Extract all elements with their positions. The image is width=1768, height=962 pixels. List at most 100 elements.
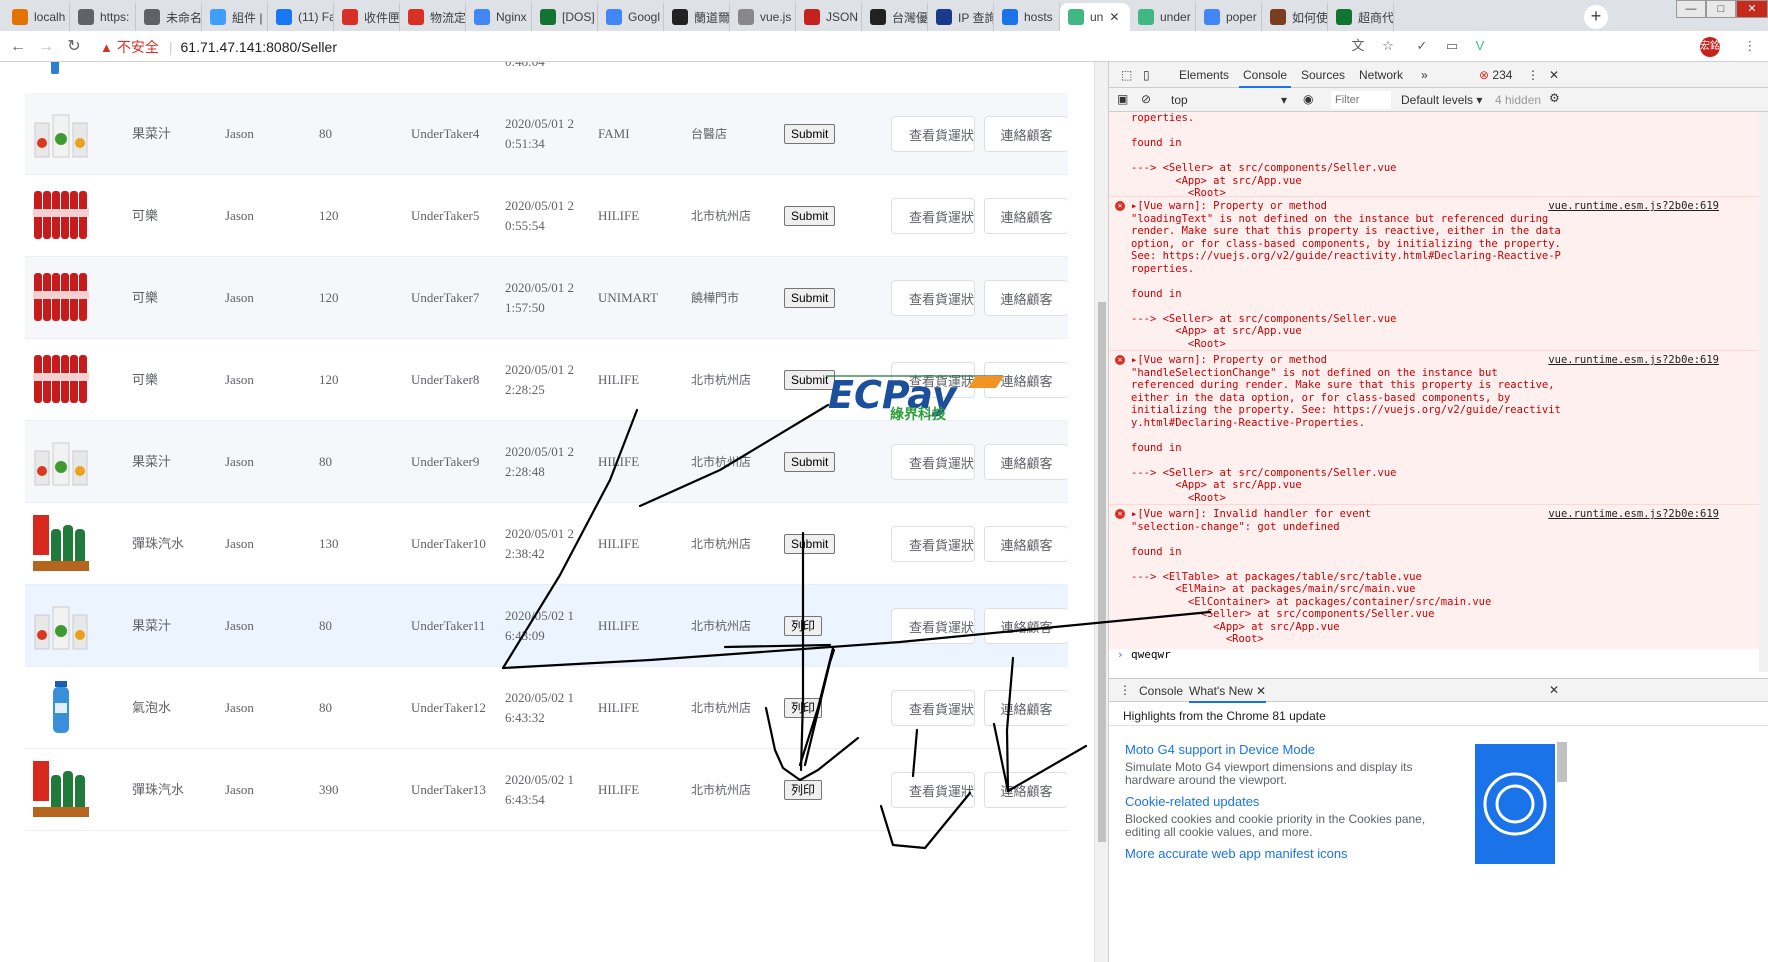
browser-tab-label: poper (1226, 10, 1257, 24)
close-tab-icon[interactable]: ✕ (1109, 10, 1119, 24)
shipment-status-button[interactable]: 查看貨運狀況 (891, 444, 975, 480)
browser-tab[interactable]: 蘭道爾 (664, 3, 730, 31)
browser-tab[interactable]: Nginx (466, 3, 532, 31)
close-window-button[interactable]: ✕ (1736, 0, 1768, 18)
context-select[interactable]: top ▾ (1171, 93, 1287, 107)
console-settings-icon[interactable]: ⚙ (1549, 91, 1560, 105)
browser-tab[interactable]: 未命名 (136, 3, 202, 31)
browser-tab[interactable]: poper (1196, 3, 1262, 31)
buyer-name: UnderTaker11 (411, 618, 486, 633)
shipment-status-button[interactable]: 查看貨運狀況 (891, 690, 975, 726)
new-tab-button[interactable]: + (1584, 5, 1608, 29)
browser-tab[interactable]: (11) Fa (268, 3, 334, 31)
contact-customer-button[interactable]: 連絡顧客 (984, 198, 1068, 234)
device-toggle-icon[interactable]: ▯ (1139, 62, 1154, 88)
maximize-button[interactable]: □ (1706, 0, 1736, 18)
submit-button[interactable]: Submit (784, 534, 836, 554)
whats-new-scrollbar[interactable] (1557, 742, 1567, 782)
clear-console-icon[interactable]: ⊘ (1141, 92, 1151, 106)
drawer-menu-icon[interactable]: ⋮ (1119, 683, 1131, 697)
browser-tab[interactable]: 組件 | (202, 3, 268, 31)
browser-tab[interactable]: under (1130, 3, 1196, 31)
contact-customer-button[interactable]: 連絡顧客 (984, 444, 1068, 480)
console-input[interactable]: qweqwr (1131, 648, 1171, 661)
whats-new-title[interactable]: More accurate web app manifest icons (1125, 846, 1348, 861)
settings-menu-icon[interactable]: ⋮ (1523, 62, 1543, 88)
browser-tab[interactable]: IP 查詢 (928, 3, 994, 31)
error-count-icon[interactable]: ⊗ 234 (1475, 62, 1516, 88)
contact-customer-button[interactable]: 連絡顧客 (984, 526, 1068, 562)
submit-button[interactable]: Submit (784, 288, 836, 308)
browser-tab[interactable]: JSON (796, 3, 862, 31)
minimize-button[interactable]: — (1676, 0, 1706, 18)
browser-tab[interactable]: https: (70, 3, 136, 31)
shipment-status-button[interactable]: 查看貨運狀況 (891, 608, 975, 644)
close-drawer-icon[interactable]: ✕ (1549, 683, 1559, 697)
forward-icon[interactable]: → (36, 37, 56, 57)
source-link[interactable]: vue.runtime.esm.js?2b0e:619 (1548, 354, 1719, 367)
scrollbar-thumb[interactable] (1098, 302, 1106, 842)
browser-tab[interactable]: 收件匣 (334, 3, 400, 31)
source-link[interactable]: vue.runtime.esm.js?2b0e:619 (1548, 200, 1719, 213)
contact-customer-button[interactable]: 連絡顧客 (984, 116, 1068, 152)
submit-button[interactable]: Submit (784, 452, 836, 472)
shipment-status-button[interactable]: 查看貨運狀況 (891, 526, 975, 562)
browser-tab[interactable]: localh (4, 3, 70, 31)
browser-tab[interactable]: 物流定 (400, 3, 466, 31)
sidebar-toggle-icon[interactable]: ▣ (1117, 92, 1128, 106)
star-icon[interactable]: ☆ (1378, 36, 1398, 56)
contact-customer-button[interactable]: 連絡顧客 (984, 772, 1068, 808)
drawer-tab-whats-new[interactable]: What's New ✕ (1189, 684, 1267, 703)
contact-customer-button[interactable]: 連絡顧客 (984, 690, 1068, 726)
back-icon[interactable]: ← (8, 37, 28, 57)
eye-icon[interactable]: ◉ (1303, 92, 1313, 106)
source-link[interactable]: vue.runtime.esm.js?2b0e:619 (1548, 508, 1719, 521)
shipment-status-button[interactable]: 查看貨運狀況 (891, 280, 975, 316)
page-scrollbar[interactable] (1094, 62, 1108, 962)
console-scrollbar[interactable] (1759, 112, 1768, 672)
whats-new-item[interactable]: Cookie-related updates Blocked cookies a… (1125, 794, 1445, 839)
tab-elements[interactable]: Elements (1175, 62, 1233, 88)
submit-button[interactable]: Submit (784, 124, 836, 144)
profile-avatar[interactable]: 宏銘 (1700, 37, 1720, 57)
shipment-status-button[interactable]: 查看貨運狀況 (891, 116, 975, 152)
print-button[interactable]: 列印 (784, 780, 823, 800)
tab-sources[interactable]: Sources (1297, 62, 1349, 88)
more-tabs-button[interactable]: » (1417, 62, 1432, 88)
close-devtools-icon[interactable]: ✕ (1545, 62, 1563, 88)
url-input[interactable]: ▲ 不安全 | 61.71.47.141:8080/Seller (100, 35, 1500, 59)
translate-icon[interactable]: 文 (1348, 36, 1368, 56)
log-levels-select[interactable]: Default levels ▾ (1401, 93, 1482, 107)
print-button[interactable]: 列印 (784, 616, 823, 636)
tab-network[interactable]: Network (1355, 62, 1407, 88)
reload-icon[interactable]: ↻ (64, 37, 84, 57)
inspect-icon[interactable]: ⬚ (1117, 62, 1136, 88)
close-icon[interactable]: ✕ (1256, 684, 1266, 698)
browser-tab[interactable]: [DOS] (532, 3, 598, 31)
vue-devtools-icon[interactable]: V (1470, 36, 1490, 56)
contact-customer-button[interactable]: 連絡顧客 (984, 608, 1068, 644)
whats-new-title[interactable]: Cookie-related updates (1125, 794, 1445, 809)
browser-tab[interactable]: un ✕ (1060, 3, 1130, 31)
shipment-status-button[interactable]: 查看貨運狀況 (891, 198, 975, 234)
whats-new-title[interactable]: Moto G4 support in Device Mode (1125, 742, 1445, 757)
tab-console[interactable]: Console (1239, 62, 1292, 88)
browser-tab[interactable]: 超商代 (1328, 3, 1394, 31)
browser-tab[interactable]: Googl (598, 3, 664, 31)
browser-tab[interactable]: vue.js (730, 3, 796, 31)
browser-tab[interactable]: 台灣優 (862, 3, 928, 31)
print-button[interactable]: 列印 (784, 698, 823, 718)
console-filter-input[interactable] (1331, 91, 1391, 109)
whats-new-item[interactable]: More accurate web app manifest icons (1125, 846, 1348, 861)
drawer-tab-console[interactable]: Console (1139, 684, 1183, 698)
whats-new-item[interactable]: Moto G4 support in Device Mode Simulate … (1125, 742, 1445, 787)
shipment-status-button[interactable]: 查看貨運狀況 (891, 772, 975, 808)
submit-button[interactable]: Submit (784, 206, 836, 226)
contact-customer-button[interactable]: 連絡顧客 (984, 280, 1068, 316)
browser-tab[interactable]: 如何使 (1262, 3, 1328, 31)
extension-icon[interactable]: ✓ (1412, 36, 1432, 56)
console-prompt[interactable]: › qweqwr (1109, 645, 1759, 669)
extension-icon[interactable]: ▭ (1442, 36, 1462, 56)
menu-icon[interactable]: ⋮ (1740, 36, 1760, 56)
browser-tab[interactable]: hosts (994, 3, 1060, 31)
